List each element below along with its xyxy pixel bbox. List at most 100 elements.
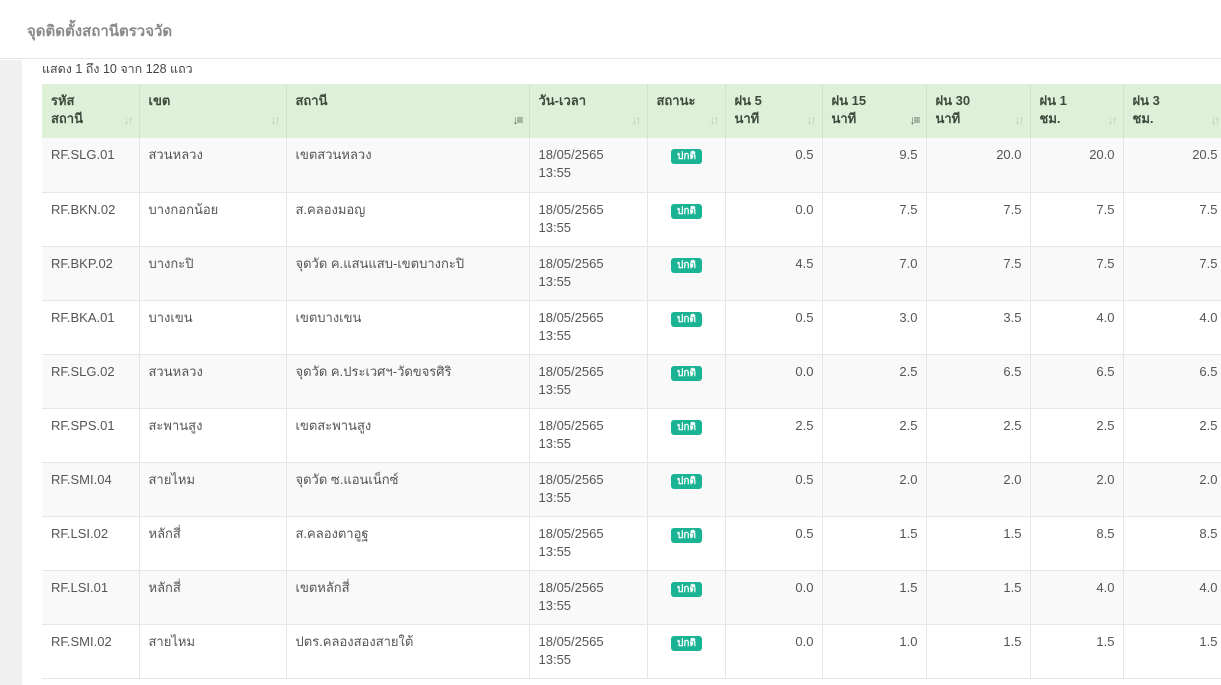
cell-status: ปกติ: [647, 570, 726, 625]
table-row[interactable]: RF.BKN.02 บางกอกน้อย ส.คลองมอญ 18/05/2565 13…: [42, 192, 1221, 247]
date-text: 18/05/2565: [538, 309, 604, 325]
column-header-sublabel: ชม.: [1132, 111, 1154, 126]
date-text: 18/05/2565: [538, 579, 604, 595]
date-text: 18/05/2565: [538, 633, 604, 649]
cell-rain-3h: 7.5: [1123, 246, 1221, 301]
column-header-station-name[interactable]: สถานี ↓≡: [286, 84, 530, 138]
column-header-sublabel: นาที: [734, 111, 760, 126]
time-text: 13:55: [538, 219, 572, 235]
date-text: 18/05/2565: [538, 255, 604, 271]
sort-descending-icon[interactable]: ↓≡: [909, 111, 920, 129]
table-row[interactable]: RF.SPS.01 สะพานสูง เขตสะพานสูง 18/05/2565 13…: [42, 408, 1221, 463]
status-badge: ปกติ: [671, 149, 702, 164]
cell-rain-1h: 7.5: [1030, 192, 1124, 247]
left-sidebar-strip: [0, 60, 22, 685]
table-row[interactable]: RF.SMI.04 สายไหม จุดวัด ซ.แอนเน็กซ์ 18/05/2…: [42, 462, 1221, 517]
table-row[interactable]: RF.LSI.01 หลักสี่ เขตหลักสี่ 18/05/2565 13:5…: [42, 570, 1221, 625]
cell-district: สายไหม: [139, 624, 287, 679]
table-header-row: รหัส สถานี ↓↑ เขต ↓↑ สถานี ↓≡ วัน-เวลา ↓↑ สถานะ ↓↑…: [42, 84, 1221, 138]
status-badge: ปกติ: [671, 365, 702, 381]
cell-rain-1h: 20.0: [1030, 138, 1124, 193]
cell-district: หลักสี่: [139, 516, 287, 571]
cell-status: ปกติ: [647, 354, 726, 409]
sort-icon[interactable]: ↓↑: [1211, 111, 1221, 129]
cell-status: ปกติ: [647, 408, 726, 463]
column-header-rain-1h[interactable]: ฝน 1 ชม. ↓↑: [1030, 84, 1124, 138]
column-header-rain-15min[interactable]: ฝน 15 นาที ↓≡: [822, 84, 927, 138]
cell-rain-30min: 7.5: [926, 192, 1031, 247]
table-row[interactable]: RF.SLG.01 สวนหลวง เขตสวนหลวง 18/05/2565 13:5…: [42, 138, 1221, 193]
cell-rain-30min: 1.5: [926, 624, 1031, 679]
cell-rain-30min: 2.0: [926, 462, 1031, 517]
column-header-label: ฝน 15: [831, 93, 867, 108]
table-row[interactable]: RF.BKP.02 บางกะปิ จุดวัด ค.แสนแสบ-เขตบางกะ…: [42, 246, 1221, 301]
panel-title: จุดติดตั้งสถานีตรวจวัด: [27, 23, 173, 40]
cell-datetime: 18/05/2565 13:55: [529, 300, 648, 355]
sort-ascending-icon[interactable]: ↓≡: [512, 111, 523, 129]
panel-header: จุดติดตั้งสถานีตรวจวัด: [0, 0, 1221, 59]
cell-station-code: RF.SLG.02: [42, 354, 140, 409]
cell-rain-3h: 6.5: [1123, 354, 1221, 409]
table-body: RF.SLG.01 สวนหลวง เขตสวนหลวง 18/05/2565 13:5…: [42, 138, 1221, 679]
column-header-status[interactable]: สถานะ ↓↑: [647, 84, 726, 138]
cell-rain-15min: 7.5: [822, 192, 927, 247]
cell-station-code: RF.BKN.02: [42, 192, 140, 247]
column-header-rain-5min[interactable]: ฝน 5 นาที ↓↑: [725, 84, 823, 138]
sort-icon[interactable]: ↓↑: [1015, 111, 1025, 129]
time-text: 13:55: [538, 327, 572, 343]
status-badge: ปกติ: [671, 419, 702, 435]
cell-station-code: RF.BKP.02: [42, 246, 140, 301]
table-row[interactable]: RF.SLG.02 สวนหลวง จุดวัด ค.ประเวศฯ-วัดขจรศ…: [42, 354, 1221, 409]
cell-status: ปกติ: [647, 300, 726, 355]
cell-district: บางเขน: [139, 300, 287, 355]
cell-datetime: 18/05/2565 13:55: [529, 354, 648, 409]
status-badge: ปกติ: [671, 581, 702, 597]
cell-rain-30min: 1.5: [926, 570, 1031, 625]
cell-rain-5min: 0.0: [725, 624, 823, 679]
cell-rain-5min: 0.5: [725, 516, 823, 571]
cell-station-name: จุดวัด ค.ประเวศฯ-วัดขจรศิริ: [286, 354, 530, 409]
cell-station-name: ส.คลองตาอูฐ: [286, 516, 530, 571]
sort-icon[interactable]: ↓↑: [632, 111, 642, 129]
cell-rain-15min: 9.5: [822, 138, 927, 193]
cell-rain-15min: 2.5: [822, 408, 927, 463]
table-row[interactable]: RF.LSI.02 หลักสี่ ส.คลองตาอูฐ 18/05/2565 13:…: [42, 516, 1221, 571]
sort-icon[interactable]: ↓↑: [271, 111, 281, 129]
sort-icon[interactable]: ↓↑: [807, 111, 817, 129]
cell-status: ปกติ: [647, 246, 726, 301]
cell-datetime: 18/05/2565 13:55: [529, 624, 648, 679]
cell-rain-1h: 2.5: [1030, 408, 1124, 463]
sort-icon[interactable]: ↓↑: [710, 111, 720, 129]
cell-status: ปกติ: [647, 192, 726, 247]
column-header-district[interactable]: เขต ↓↑: [139, 84, 287, 138]
time-text: 13:55: [538, 651, 572, 667]
cell-rain-3h: 20.5: [1123, 138, 1221, 193]
column-header-label: สถานะ: [656, 93, 696, 108]
cell-rain-3h: 7.5: [1123, 192, 1221, 247]
cell-rain-15min: 2.0: [822, 462, 927, 517]
column-header-station-code[interactable]: รหัส สถานี ↓↑: [42, 84, 140, 138]
cell-rain-1h: 7.5: [1030, 246, 1124, 301]
column-header-datetime[interactable]: วัน-เวลา ↓↑: [529, 84, 648, 138]
sort-icon[interactable]: ↓↑: [124, 111, 134, 129]
cell-datetime: 18/05/2565 13:55: [529, 246, 648, 301]
table-row[interactable]: RF.SMI.02 สายไหม ปตร.คลองสองสายใต้ 18/05/25…: [42, 624, 1221, 679]
column-header-rain-3h[interactable]: ฝน 3 ชม. ↓↑: [1123, 84, 1221, 138]
cell-station-name: จุดวัด ซ.แอนเน็กซ์: [286, 462, 530, 517]
status-badge: ปกติ: [671, 257, 702, 273]
status-badge: ปกติ: [671, 635, 702, 651]
cell-datetime: 18/05/2565 13:55: [529, 192, 648, 247]
cell-district: หลักสี่: [139, 570, 287, 625]
cell-rain-30min: 1.5: [926, 516, 1031, 571]
date-text: 18/05/2565: [538, 471, 604, 487]
cell-rain-30min: 6.5: [926, 354, 1031, 409]
cell-district: บางกะปิ: [139, 246, 287, 301]
cell-rain-5min: 0.0: [725, 354, 823, 409]
sort-icon[interactable]: ↓↑: [1108, 111, 1118, 129]
column-header-rain-30min[interactable]: ฝน 30 นาที ↓↑: [926, 84, 1031, 138]
cell-rain-1h: 2.0: [1030, 462, 1124, 517]
cell-rain-30min: 20.0: [926, 138, 1031, 193]
cell-station-code: RF.LSI.01: [42, 570, 140, 625]
cell-station-code: RF.SMI.04: [42, 462, 140, 517]
table-row[interactable]: RF.BKA.01 บางเขน เขตบางเขน 18/05/2565 13:55 ป…: [42, 300, 1221, 355]
